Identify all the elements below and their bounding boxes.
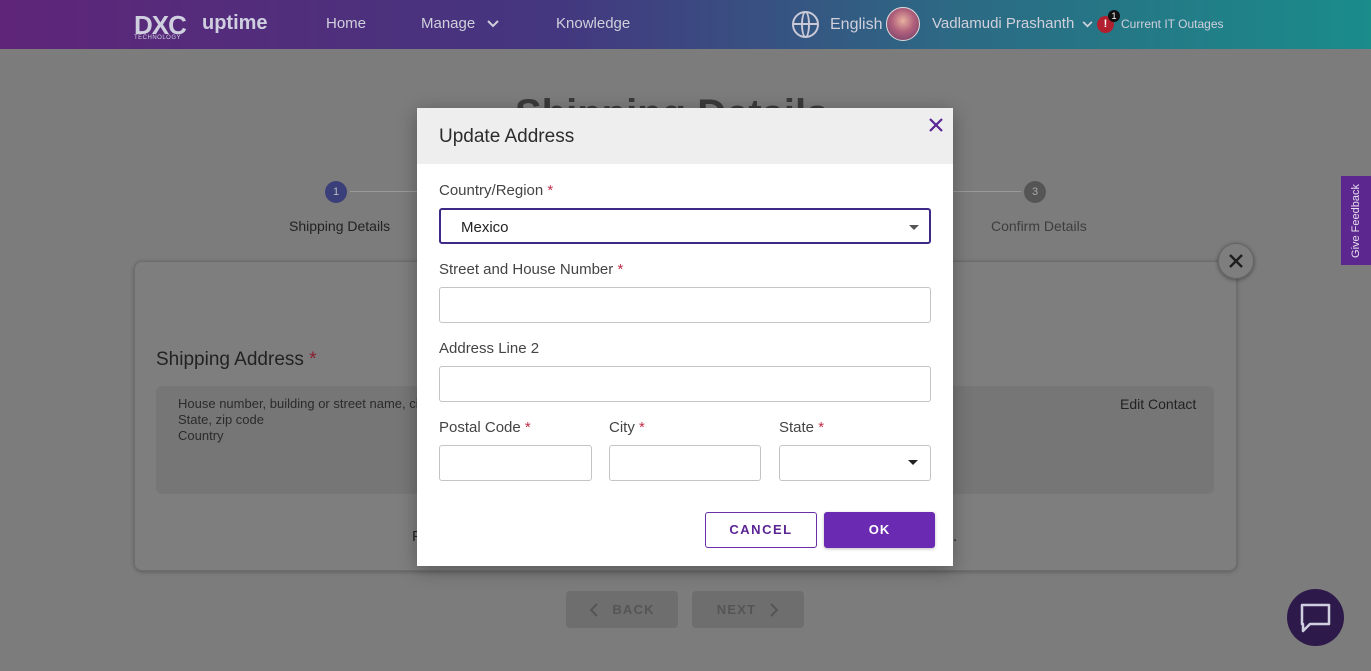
- back-button[interactable]: BACK: [566, 591, 678, 628]
- step-3-label: Confirm Details: [991, 218, 1087, 234]
- ok-button[interactable]: OK: [824, 512, 935, 548]
- required-mark: *: [547, 182, 554, 199]
- shipping-address-label: Shipping Address: [156, 349, 304, 370]
- card-close-button[interactable]: [1218, 243, 1254, 279]
- country-select[interactable]: Mexico: [439, 208, 931, 244]
- card-text-fragment: .: [953, 528, 958, 545]
- step-connector: [350, 191, 418, 192]
- country-label: Country/Region *: [439, 182, 553, 199]
- city-label: City *: [609, 419, 645, 436]
- postal-code-input[interactable]: [439, 445, 592, 481]
- postal-code-label: Postal Code *: [439, 419, 531, 436]
- globe-icon[interactable]: [792, 11, 819, 38]
- required-mark: *: [818, 419, 825, 436]
- nav-home[interactable]: Home: [326, 15, 366, 32]
- step-connector: [953, 191, 1021, 192]
- nav-manage[interactable]: Manage: [421, 15, 500, 32]
- required-mark: *: [639, 419, 645, 436]
- user-menu[interactable]: Vadlamudi Prashanth: [932, 15, 1093, 32]
- state-select[interactable]: [779, 445, 931, 481]
- cancel-button[interactable]: CANCEL: [705, 512, 817, 548]
- chevron-right-icon: [770, 602, 779, 617]
- nav-knowledge[interactable]: Knowledge: [556, 15, 630, 32]
- logo-product: uptime: [202, 12, 268, 34]
- state-label-text: State: [779, 419, 815, 436]
- update-address-dialog: Update Address Country/Region * Mexico S…: [417, 108, 953, 566]
- country-label-text: Country/Region: [439, 182, 544, 199]
- dropdown-caret-icon: [909, 225, 919, 230]
- give-feedback-tab[interactable]: Give Feedback: [1341, 176, 1371, 265]
- address-line-3: Country: [178, 428, 224, 443]
- address-line-1: House number, building or street name, c…: [178, 396, 429, 411]
- dialog-title: Update Address: [439, 126, 575, 147]
- edit-contact-link[interactable]: Edit Contact: [1120, 396, 1196, 412]
- step-1-indicator: 1: [325, 181, 347, 203]
- city-label-text: City: [609, 419, 635, 436]
- street-label-text: Street and House Number: [439, 261, 614, 278]
- language-selector[interactable]: English: [830, 16, 882, 34]
- address-line-2: State, zip code: [178, 412, 264, 427]
- next-button[interactable]: NEXT: [692, 591, 804, 628]
- street-input[interactable]: [439, 287, 931, 323]
- shipping-address-heading: Shipping Address *: [156, 349, 317, 371]
- address2-input[interactable]: [439, 366, 931, 402]
- address2-label: Address Line 2: [439, 340, 540, 357]
- dropdown-caret-icon: [908, 460, 918, 465]
- chevron-left-icon: [589, 602, 599, 617]
- postal-label-text: Postal Code: [439, 419, 521, 436]
- dialog-header: Update Address: [417, 108, 953, 164]
- required-mark: *: [524, 419, 531, 436]
- nav-manage-label: Manage: [421, 15, 476, 32]
- step-1-label: Shipping Details: [289, 218, 391, 234]
- close-icon: [1229, 254, 1243, 268]
- logo-subtitle: TECHNOLOGY: [134, 35, 182, 41]
- street-label: Street and House Number *: [439, 261, 623, 278]
- required-mark: *: [309, 349, 317, 370]
- top-navbar: DXC TECHNOLOGY uptime Home Manage Knowle…: [0, 0, 1371, 49]
- chat-icon: [1300, 603, 1331, 633]
- required-mark: *: [617, 261, 624, 278]
- user-name: Vadlamudi Prashanth: [932, 15, 1075, 32]
- city-input[interactable]: [609, 445, 761, 481]
- current-it-outages-link[interactable]: Current IT Outages: [1121, 17, 1224, 31]
- state-label: State *: [779, 419, 824, 436]
- dxc-uptime-logo[interactable]: DXC TECHNOLOGY uptime: [134, 10, 274, 44]
- chevron-down-icon: [1082, 21, 1093, 28]
- chevron-down-icon: [487, 20, 500, 28]
- next-label: NEXT: [716, 602, 757, 617]
- alert-count-badge: 1: [1108, 10, 1120, 22]
- chat-button[interactable]: [1287, 589, 1344, 646]
- country-value: Mexico: [461, 219, 509, 236]
- feedback-label: Give Feedback: [1350, 183, 1362, 258]
- close-icon[interactable]: [928, 117, 944, 133]
- avatar[interactable]: [886, 7, 920, 41]
- back-label: BACK: [612, 602, 655, 617]
- step-3-indicator: 3: [1024, 181, 1046, 203]
